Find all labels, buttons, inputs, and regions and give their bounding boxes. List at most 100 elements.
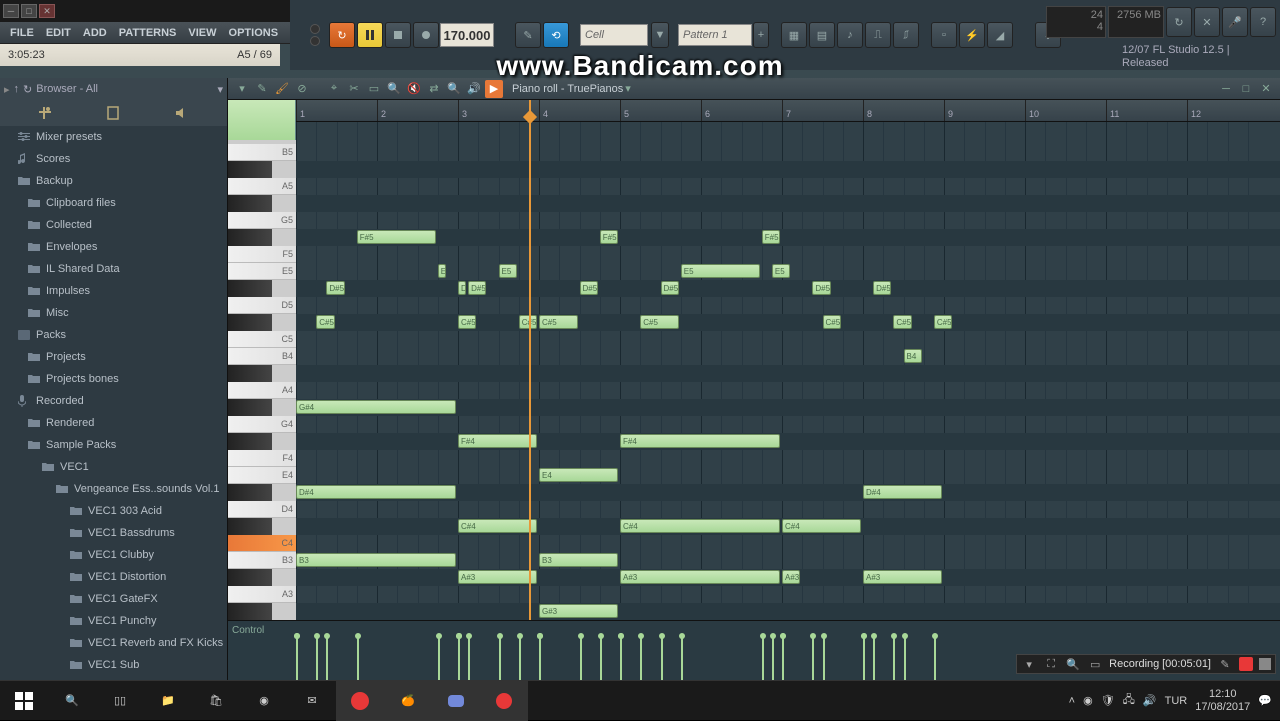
midi-note[interactable]: D#5 — [326, 281, 344, 295]
ruler-bar[interactable]: 10 — [1025, 100, 1039, 121]
tray-lang[interactable]: TUR — [1165, 695, 1188, 707]
render-button[interactable]: ◢ — [987, 22, 1013, 48]
midi-note[interactable]: A#3 — [782, 570, 800, 584]
explorer-icon[interactable]: 📁 — [144, 681, 192, 721]
magnet-icon[interactable]: ⌖ — [325, 80, 343, 98]
paint-tool[interactable]: 🖌 — [273, 80, 291, 98]
select-tool[interactable]: ▭ — [365, 80, 383, 98]
midi-note[interactable]: D#4 — [296, 485, 456, 499]
midi-note[interactable]: E5 — [681, 264, 760, 278]
midi-note[interactable]: D#5 — [458, 281, 466, 295]
browser-item[interactable]: Collected — [0, 214, 227, 236]
browser-item[interactable]: Recorded — [0, 390, 227, 412]
note-grid[interactable]: 123456789101112 F#5F#5F#5E5E5E5E5D#5D#5D… — [296, 100, 1280, 620]
playlist-button[interactable]: ▦ — [781, 22, 807, 48]
collapse-icon[interactable]: ▸ — [4, 83, 10, 96]
menu-icon[interactable]: ▾ — [233, 80, 251, 98]
midi-note[interactable]: A#3 — [863, 570, 942, 584]
zoom-icon[interactable]: 🔍 — [1065, 656, 1081, 672]
midi-note[interactable]: G#3 — [539, 604, 618, 618]
dropdown-icon[interactable]: ▾ — [1021, 656, 1037, 672]
stop-button[interactable] — [1259, 658, 1271, 670]
browser-item[interactable]: VEC1 GateFX — [0, 588, 227, 610]
store-icon[interactable]: 🛍 — [192, 681, 240, 721]
midi-note[interactable]: D#5 — [661, 281, 679, 295]
settings-icon[interactable]: ✕ — [1194, 7, 1220, 37]
browser-item[interactable]: Scores — [0, 148, 227, 170]
midi-note[interactable]: C#5 — [316, 315, 334, 329]
midi-note[interactable]: C#5 — [458, 315, 476, 329]
midi-note[interactable]: C#5 — [893, 315, 911, 329]
tray-expand-icon[interactable]: ˄ — [1069, 695, 1075, 707]
midi-note[interactable]: A#3 — [458, 570, 537, 584]
bandicam-icon[interactable] — [480, 681, 528, 721]
notifications-icon[interactable]: 💬 — [1258, 694, 1272, 707]
pattern-select[interactable]: Pattern 1 — [678, 24, 752, 46]
stop-button[interactable] — [385, 22, 411, 48]
zoom-tool[interactable]: 🔍 — [385, 80, 403, 98]
midi-note[interactable]: F#5 — [762, 230, 780, 244]
start-button[interactable] — [0, 681, 48, 721]
browser-item[interactable]: Misc — [0, 302, 227, 324]
play-icon[interactable]: ▶ — [485, 80, 503, 98]
tray-volume-icon[interactable]: 🔊 — [1143, 694, 1157, 707]
help-icon[interactable]: ? — [1250, 7, 1276, 37]
browser-item[interactable]: Projects bones — [0, 368, 227, 390]
save-button[interactable]: ⚡ — [959, 22, 985, 48]
menu-edit[interactable]: EDIT — [40, 24, 77, 42]
mixer-button[interactable]: ⎍ — [865, 22, 891, 48]
midi-note[interactable]: D#5 — [873, 281, 891, 295]
search-icon[interactable]: 🔍 — [48, 681, 96, 721]
playhead[interactable] — [529, 100, 531, 620]
window-icon[interactable]: ▭ — [1087, 656, 1103, 672]
channel-selector[interactable] — [228, 100, 296, 140]
midi-note[interactable]: C#4 — [620, 519, 780, 533]
browser-item[interactable]: Mixer presets — [0, 126, 227, 148]
browser-item[interactable]: VEC1 Clubby — [0, 544, 227, 566]
speaker-icon[interactable]: 🔊 — [465, 80, 483, 98]
midi-note[interactable]: F#5 — [600, 230, 618, 244]
ruler-bar[interactable]: 8 — [863, 100, 872, 121]
dropdown-icon[interactable]: ▾ — [217, 83, 223, 96]
midi-note[interactable]: A#3 — [620, 570, 780, 584]
midi-note[interactable]: C#4 — [458, 519, 537, 533]
midi-note[interactable]: E5 — [499, 264, 517, 278]
piano-keyboard[interactable]: B5A5G5F5E5D5C5B4A4G4F4E4D4C4B3A3 — [228, 100, 296, 620]
close-button[interactable]: ✕ — [39, 4, 55, 18]
ruler-bar[interactable]: 6 — [701, 100, 710, 121]
browser-button[interactable]: ⎎ — [893, 22, 919, 48]
ruler-bar[interactable]: 3 — [458, 100, 467, 121]
record-button[interactable] — [1239, 657, 1253, 671]
browser-item[interactable]: VEC1 Reverb and FX Kicks — [0, 632, 227, 654]
midi-note[interactable]: C#5 — [539, 315, 578, 329]
piano-roll-button[interactable]: ♪ — [837, 22, 863, 48]
undo-button[interactable]: ▫ — [931, 22, 957, 48]
opera-icon[interactable] — [336, 681, 384, 721]
browser-item[interactable]: VEC1 — [0, 456, 227, 478]
mic-icon[interactable]: 🎤 — [1222, 7, 1248, 37]
ruler-bar[interactable]: 1 — [296, 100, 305, 121]
browser-item[interactable]: Envelopes — [0, 236, 227, 258]
browser-item[interactable]: Projects — [0, 346, 227, 368]
menu-options[interactable]: OPTIONS — [223, 24, 285, 42]
browser-item[interactable]: Impulses — [0, 280, 227, 302]
midi-note[interactable]: C#5 — [823, 315, 841, 329]
menu-file[interactable]: FILE — [4, 24, 40, 42]
up-icon[interactable]: ↑ — [14, 83, 20, 95]
pattern-add[interactable]: + — [753, 22, 769, 48]
browser-item[interactable]: Packs — [0, 324, 227, 346]
edit-icon[interactable]: ✎ — [1217, 656, 1233, 672]
tray-shield-icon[interactable]: 🛡 — [1101, 694, 1115, 707]
browser-item[interactable]: VEC1 Sub — [0, 654, 227, 676]
discord-icon[interactable] — [432, 681, 480, 721]
tray-network-icon[interactable]: 🖧 — [1123, 691, 1135, 710]
midi-note[interactable]: C#5 — [934, 315, 952, 329]
tray-clock[interactable]: 12:10 17/08/2017 — [1195, 688, 1250, 714]
playback-tool[interactable]: 🔍 — [445, 80, 463, 98]
browser-item[interactable]: IL Shared Data — [0, 258, 227, 280]
slip-tool[interactable]: ⇄ — [425, 80, 443, 98]
maximize-button[interactable]: □ — [21, 4, 37, 18]
timeline-ruler[interactable]: 123456789101112 — [296, 100, 1280, 122]
fullscreen-icon[interactable]: ⛶ — [1043, 656, 1059, 672]
browser-item[interactable]: Backup — [0, 170, 227, 192]
